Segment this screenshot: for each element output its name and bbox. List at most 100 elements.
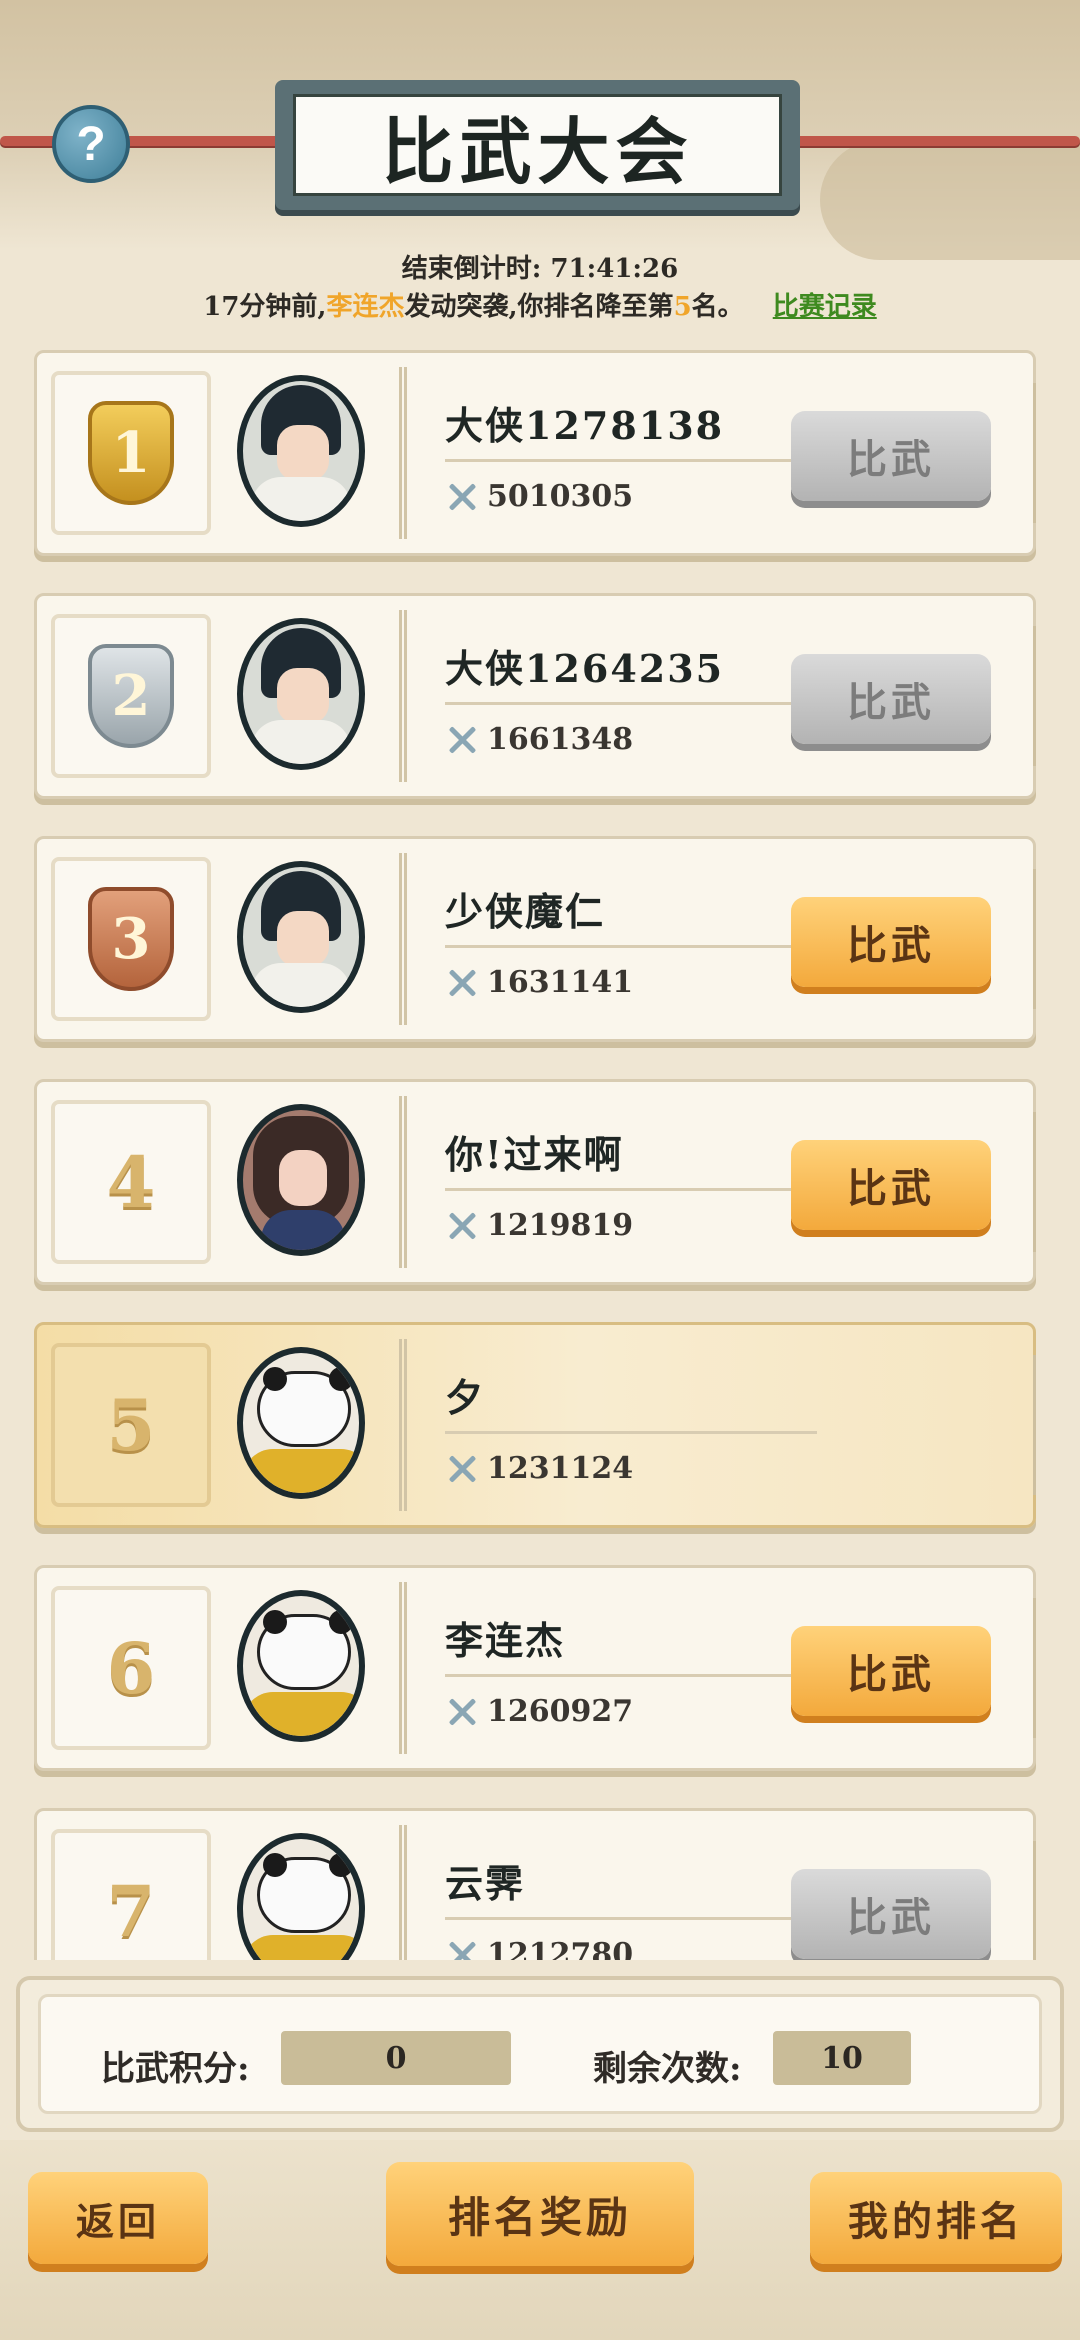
title-board: 比武大会 bbox=[275, 80, 800, 210]
player-info: 大侠1264235 1661348 bbox=[399, 610, 817, 782]
rank-number: 6 bbox=[106, 1626, 156, 1710]
player-info: 少侠魔仁 1631141 bbox=[399, 853, 817, 1025]
silver-medal-icon: 2 bbox=[88, 644, 174, 748]
countdown-label: 结束倒计时: bbox=[401, 254, 542, 284]
countdown-value: 71:41:26 bbox=[550, 254, 679, 284]
player-avatar[interactable] bbox=[237, 375, 365, 527]
player-avatar[interactable] bbox=[237, 1347, 365, 1499]
avatar-body bbox=[251, 477, 351, 521]
player-avatar[interactable] bbox=[237, 861, 365, 1013]
combat-power-value: 1231124 bbox=[487, 1451, 634, 1486]
countdown: 结束倒计时: 71:41:26 bbox=[0, 248, 1080, 285]
combat-power-value: 1212780 bbox=[487, 1937, 634, 1960]
battle-notice: 17分钟前,李连杰发动突袭,你排名降至第5名。 比赛记录 bbox=[0, 286, 1080, 323]
avatar-face bbox=[277, 668, 329, 724]
combat-power: 1631141 bbox=[445, 965, 633, 1000]
combat-power-value: 1260927 bbox=[487, 1694, 634, 1729]
combat-power-value: 1661348 bbox=[487, 722, 634, 757]
rank-number: 5 bbox=[106, 1383, 156, 1467]
player-name: 夕 bbox=[445, 1375, 486, 1420]
ranking-row[interactable]: 5 夕 1231124 bbox=[34, 1322, 1036, 1528]
ranking-rewards-button[interactable]: 排名奖励 bbox=[386, 2162, 694, 2266]
crossed-swords-icon bbox=[445, 1938, 479, 1961]
divider bbox=[445, 459, 817, 462]
combat-power: 1260927 bbox=[445, 1694, 633, 1729]
rank-box: 7 bbox=[51, 1829, 211, 1960]
score-label: 比武积分: bbox=[101, 2049, 250, 2089]
ranking-row[interactable]: 2 大侠1264235 1661348 比武 bbox=[34, 593, 1036, 799]
challenge-button[interactable]: 比武 bbox=[791, 1626, 991, 1716]
combat-power-value: 1631141 bbox=[487, 965, 634, 1000]
challenge-button[interactable]: 比武 bbox=[791, 1140, 991, 1230]
player-name: 李连杰 bbox=[445, 1618, 566, 1663]
ranking-row[interactable]: 6 李连杰 1260927 比武 bbox=[34, 1565, 1036, 1771]
rank-box: 3 bbox=[51, 857, 211, 1021]
notice-suffix: 名。 bbox=[691, 292, 744, 322]
back-button[interactable]: 返回 bbox=[28, 2172, 208, 2264]
remaining-value: 10 bbox=[773, 2031, 911, 2085]
player-name: 大侠1278138 bbox=[445, 403, 725, 448]
avatar-face bbox=[277, 911, 329, 967]
my-ranking-button[interactable]: 我的排名 bbox=[810, 2172, 1062, 2264]
avatar-face bbox=[277, 425, 329, 481]
ranking-row[interactable]: 1 大侠1278138 5010305 比武 bbox=[34, 350, 1036, 556]
avatar-body bbox=[261, 1210, 345, 1250]
rank-number: 7 bbox=[106, 1869, 156, 1953]
avatar-body bbox=[243, 1692, 359, 1736]
help-icon[interactable]: ? bbox=[52, 105, 130, 183]
divider bbox=[445, 1431, 817, 1434]
bronze-medal-icon: 3 bbox=[88, 887, 174, 991]
player-name: 云霁 bbox=[445, 1861, 526, 1906]
stats-panel-inner: 比武积分: 0 剩余次数: 10 bbox=[38, 1994, 1042, 2114]
divider bbox=[445, 702, 817, 705]
player-avatar[interactable] bbox=[237, 1590, 365, 1742]
combat-power: 1231124 bbox=[445, 1451, 633, 1486]
rank-box: 4 bbox=[51, 1100, 211, 1264]
player-avatar[interactable] bbox=[237, 1104, 365, 1256]
divider bbox=[445, 1188, 817, 1191]
ranking-row[interactable]: 7 云霁 1212780 比武 bbox=[34, 1808, 1036, 1960]
notice-attacker-name: 李连杰 bbox=[326, 292, 405, 322]
rank-box: 5 bbox=[51, 1343, 211, 1507]
combat-power-value: 1219819 bbox=[487, 1208, 634, 1243]
avatar-face bbox=[263, 1367, 287, 1391]
avatar-body bbox=[243, 1935, 359, 1960]
avatar-body bbox=[251, 963, 351, 1007]
rank-box: 6 bbox=[51, 1586, 211, 1750]
ranking-list[interactable]: 1 大侠1278138 5010305 比武 2 大侠1264235 1661348 比武 3 少… bbox=[0, 340, 1080, 1960]
divider bbox=[445, 1917, 817, 1920]
challenge-button[interactable]: 比武 bbox=[791, 654, 991, 744]
match-record-link[interactable]: 比赛记录 bbox=[773, 292, 877, 322]
crossed-swords-icon bbox=[445, 1452, 479, 1486]
combat-power: 1219819 bbox=[445, 1208, 633, 1243]
ranking-row[interactable]: 4 你!过来啊 1219819 比武 bbox=[34, 1079, 1036, 1285]
avatar-face bbox=[279, 1150, 327, 1206]
challenge-button[interactable]: 比武 bbox=[791, 897, 991, 987]
challenge-button[interactable]: 比武 bbox=[791, 411, 991, 501]
avatar-body bbox=[251, 720, 351, 764]
player-avatar[interactable] bbox=[237, 618, 365, 770]
stats-panel: 比武积分: 0 剩余次数: 10 bbox=[16, 1976, 1064, 2132]
rank-box: 2 bbox=[51, 614, 211, 778]
avatar-face bbox=[263, 1853, 287, 1877]
score-value: 0 bbox=[281, 2031, 511, 2085]
player-name: 少侠魔仁 bbox=[445, 889, 606, 934]
player-name: 大侠1264235 bbox=[445, 646, 725, 691]
avatar-face bbox=[263, 1610, 287, 1634]
gold-medal-icon: 1 bbox=[88, 401, 174, 505]
crossed-swords-icon bbox=[445, 1695, 479, 1729]
ranking-row[interactable]: 3 少侠魔仁 1631141 比武 bbox=[34, 836, 1036, 1042]
player-info: 夕 1231124 bbox=[399, 1339, 817, 1511]
rank-number: 4 bbox=[106, 1140, 156, 1224]
divider bbox=[445, 945, 817, 948]
crossed-swords-icon bbox=[445, 480, 479, 514]
player-name: 你!过来啊 bbox=[445, 1132, 624, 1177]
player-avatar[interactable] bbox=[237, 1833, 365, 1960]
crossed-swords-icon bbox=[445, 966, 479, 1000]
player-info: 李连杰 1260927 bbox=[399, 1582, 817, 1754]
combat-power: 1212780 bbox=[445, 1937, 633, 1960]
cloud-decoration bbox=[820, 140, 1080, 260]
challenge-button[interactable]: 比武 bbox=[791, 1869, 991, 1959]
avatar-body bbox=[243, 1449, 359, 1493]
player-info: 你!过来啊 1219819 bbox=[399, 1096, 817, 1268]
